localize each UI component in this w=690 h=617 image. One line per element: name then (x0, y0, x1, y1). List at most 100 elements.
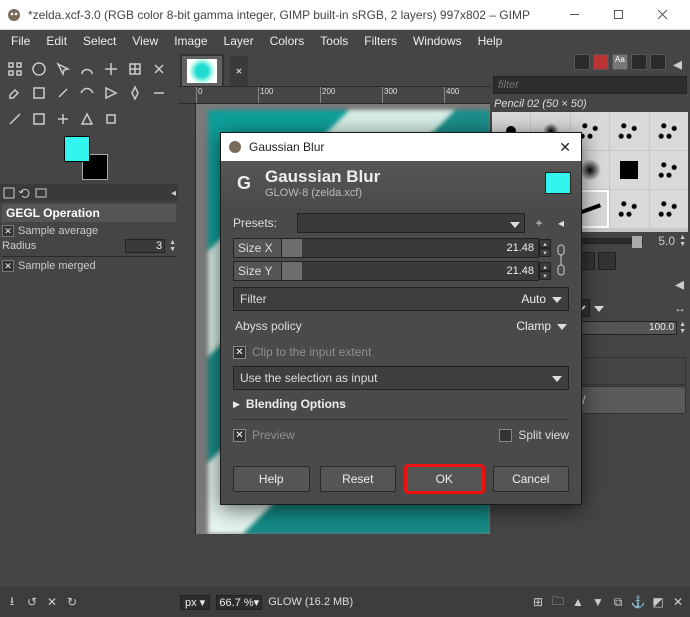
dock-menu-icon[interactable]: ◂ (171, 188, 176, 199)
radius-spinbox[interactable]: 3 (125, 239, 165, 253)
tool-button[interactable] (4, 82, 26, 104)
abyss-select-row[interactable]: Abyss policy Clamp (233, 314, 569, 338)
save-icon[interactable]: ⭳ (4, 594, 20, 610)
sample-merged-label: Sample merged (18, 260, 96, 272)
menu-file[interactable]: File (4, 32, 37, 50)
lower-layer-icon[interactable]: ▼ (590, 594, 606, 610)
unit-selector[interactable]: px ▾ (180, 595, 210, 610)
menu-view[interactable]: View (125, 32, 165, 50)
color-swatches[interactable] (64, 136, 108, 180)
sizey-stepper[interactable]: ▴▾ (539, 262, 551, 280)
fonts-tab-icon[interactable]: Aa (612, 54, 628, 70)
menu-windows[interactable]: Windows (406, 32, 469, 50)
right-dock-tabs[interactable]: Aa ◂ (490, 52, 690, 74)
raise-layer-icon[interactable]: ▲ (570, 594, 586, 610)
tool-button[interactable] (52, 82, 74, 104)
menu-help[interactable]: Help (471, 32, 510, 50)
tool-button[interactable] (100, 58, 122, 80)
minimize-button[interactable] (552, 0, 596, 29)
layers-dock-menu-icon[interactable]: ◂ (671, 274, 688, 295)
tool-button[interactable] (148, 82, 170, 104)
gegl-logo-icon: G (231, 170, 257, 196)
history-tab-icon[interactable] (631, 54, 647, 70)
merge-down-icon[interactable]: ⚓ (630, 594, 646, 610)
gradients-tab-icon[interactable] (650, 54, 666, 70)
close-button[interactable] (640, 0, 684, 29)
tool-button[interactable] (28, 58, 50, 80)
menu-select[interactable]: Select (76, 32, 123, 50)
asobi-brush-icon[interactable] (598, 252, 616, 270)
cancel-button[interactable]: Cancel (493, 466, 570, 492)
document-tab[interactable] (182, 56, 222, 86)
menu-filters[interactable]: Filters (357, 32, 404, 50)
sizex-slider[interactable]: 21.48 (281, 238, 539, 258)
zoom-input[interactable]: 66.7 %▾ (216, 595, 262, 610)
dock-menu-arrow-icon[interactable]: ◂ (669, 54, 686, 72)
tool-button[interactable] (52, 58, 74, 80)
preview-checkbox[interactable]: ✕ (233, 429, 246, 442)
tool-button[interactable] (52, 108, 74, 130)
brushes-tab-icon[interactable] (574, 54, 590, 70)
new-layer-icon[interactable]: ⊞ (530, 594, 546, 610)
blending-options-expander[interactable]: ▶ Blending Options (233, 393, 569, 415)
tool-button[interactable] (28, 82, 50, 104)
tool-button[interactable] (4, 108, 26, 130)
sizey-slider[interactable]: 21.48 (281, 261, 539, 281)
brush-filter-input[interactable] (493, 76, 687, 94)
reset-button[interactable]: Reset (320, 466, 397, 492)
window-title: *zelda.xcf-3.0 (RGB color 8-bit gamma in… (28, 8, 552, 22)
manage-presets-icon[interactable]: ◂ (553, 213, 569, 233)
delete-layer-icon[interactable]: ✕ (670, 594, 686, 610)
tool-button[interactable] (100, 108, 122, 130)
menu-edit[interactable]: Edit (39, 32, 74, 50)
clip-checkbox[interactable]: ✕ (233, 346, 246, 359)
ok-button[interactable]: OK (406, 466, 483, 492)
sample-merged-checkbox[interactable]: ✕ (2, 260, 14, 272)
split-view-checkbox[interactable] (499, 429, 512, 442)
mask-icon[interactable]: ◩ (650, 594, 666, 610)
maximize-button[interactable] (596, 0, 640, 29)
sample-average-checkbox[interactable]: ✕ (2, 225, 14, 237)
tool-button[interactable] (76, 58, 98, 80)
use-selection-row[interactable]: Use the selection as input (233, 366, 569, 390)
tool-button[interactable] (4, 58, 26, 80)
tool-button[interactable] (124, 58, 146, 80)
presets-combo[interactable] (297, 213, 525, 233)
menu-image[interactable]: Image (167, 32, 214, 50)
filter-value: Auto (521, 292, 546, 306)
dialog-titlebar[interactable]: Gaussian Blur ✕ (221, 133, 581, 161)
link-chain-icon[interactable] (553, 243, 569, 277)
layer-group-icon[interactable]: 🗀 (550, 594, 566, 610)
tool-button[interactable] (124, 82, 146, 104)
sizex-stepper[interactable]: ▴▾ (539, 239, 551, 257)
dialog-close-icon[interactable]: ✕ (555, 139, 575, 156)
filter-select-row[interactable]: Filter Auto (233, 287, 569, 311)
dup-layer-icon[interactable]: ⧉ (610, 594, 626, 610)
tool-button[interactable] (28, 108, 50, 130)
help-button[interactable]: Help (233, 466, 310, 492)
menu-layer[interactable]: Layer (217, 32, 261, 50)
spacing-stepper[interactable]: ▲▼ (679, 234, 686, 248)
ruler-tick: 0 (196, 87, 202, 103)
ruler-tick: 100 (258, 87, 273, 103)
menu-tools[interactable]: Tools (313, 32, 355, 50)
mode-switch-icon[interactable]: ↔ (674, 301, 686, 315)
statusbar: ⭳ ↺ ✕ ↻ px ▾ 66.7 %▾ GLOW (16.2 MB) ⊞ 🗀 … (0, 587, 690, 617)
fg-color-swatch[interactable] (64, 136, 90, 162)
tool-button[interactable] (76, 108, 98, 130)
tool-button[interactable] (76, 82, 98, 104)
opacity-stepper[interactable]: ▲▼ (679, 321, 686, 335)
app-icon (6, 7, 22, 23)
radius-stepper[interactable]: ▲▼ (169, 239, 176, 253)
add-preset-icon[interactable]: + (531, 213, 547, 233)
redo-icon[interactable]: ✕ (44, 594, 60, 610)
tool-button[interactable] (100, 82, 122, 104)
undo-icon[interactable]: ↺ (24, 594, 40, 610)
reset-icon[interactable]: ↻ (64, 594, 80, 610)
menu-colors[interactable]: Colors (263, 32, 312, 50)
patterns-tab-icon[interactable] (593, 54, 609, 70)
ruler-vertical (178, 104, 196, 534)
tool-options-tabs[interactable]: ◂ (0, 184, 178, 202)
close-tab-button[interactable]: ✕ (230, 56, 248, 86)
tool-button[interactable] (148, 58, 170, 80)
